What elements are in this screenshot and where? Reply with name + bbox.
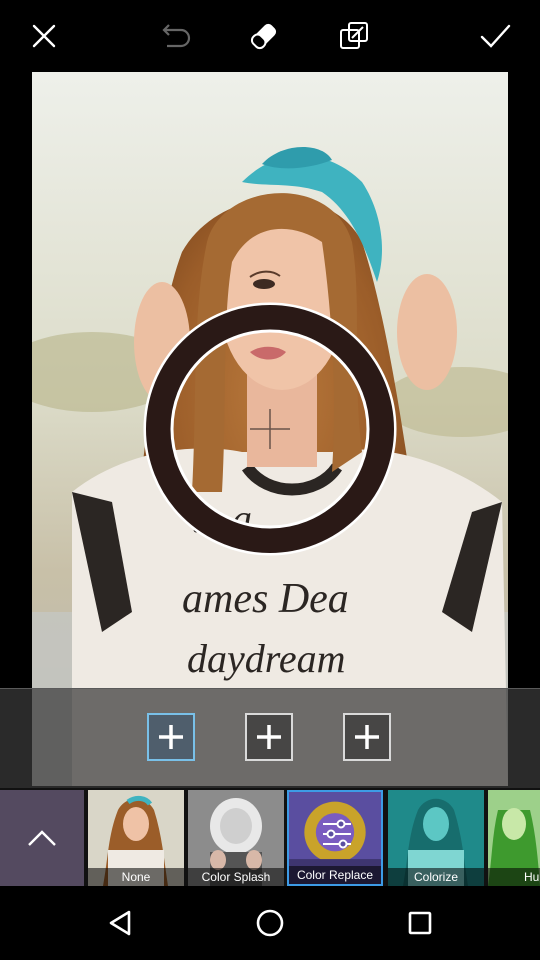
color-slot-1[interactable] <box>147 713 195 761</box>
back-button[interactable] <box>100 903 140 943</box>
system-nav-bar <box>0 886 540 960</box>
color-slot-3[interactable] <box>343 713 391 761</box>
effect-label: Hu <box>488 868 540 886</box>
effect-hue[interactable]: Hu <box>488 790 540 886</box>
adjust-sliders-icon <box>323 819 351 849</box>
home-button[interactable] <box>250 903 290 943</box>
effect-colorize[interactable]: Colorize <box>388 790 484 886</box>
compare-icon <box>340 22 368 49</box>
close-button[interactable] <box>20 12 68 60</box>
undo-button[interactable] <box>149 12 197 60</box>
effect-label: Color Splash <box>188 868 284 886</box>
effect-label: Color Replace <box>289 866 381 884</box>
plus-icon <box>355 725 379 749</box>
effects-strip: None Color Splash Color Replace Colorize… <box>0 788 540 886</box>
compare-button[interactable] <box>330 12 378 60</box>
eraser-icon <box>250 23 277 50</box>
effect-label: None <box>88 868 184 886</box>
expand-effects-button[interactable] <box>0 790 84 886</box>
check-icon <box>480 24 511 48</box>
eraser-button[interactable] <box>240 12 288 60</box>
color-slot-panel <box>0 688 540 789</box>
crosshair-icon <box>250 409 290 449</box>
home-circle-icon <box>256 909 284 937</box>
apply-button[interactable] <box>471 12 519 60</box>
chevron-up-icon <box>28 830 56 846</box>
undo-icon <box>162 24 191 48</box>
color-picker-ring[interactable] <box>143 302 397 556</box>
close-icon <box>32 24 56 48</box>
effect-color-splash[interactable]: Color Splash <box>188 790 284 886</box>
plus-icon <box>257 725 281 749</box>
effect-none[interactable]: None <box>88 790 184 886</box>
recents-button[interactable] <box>400 903 440 943</box>
color-slot-2[interactable] <box>245 713 293 761</box>
recents-square-icon <box>408 911 432 935</box>
effect-label: Colorize <box>388 868 484 886</box>
plus-icon <box>159 725 183 749</box>
back-triangle-icon <box>109 910 131 936</box>
shirt-text-line-3: daydream <box>187 636 345 681</box>
effect-color-replace[interactable]: Color Replace <box>287 790 383 886</box>
top-toolbar <box>0 0 540 72</box>
shirt-text-line-2: ames Dea <box>182 576 349 622</box>
